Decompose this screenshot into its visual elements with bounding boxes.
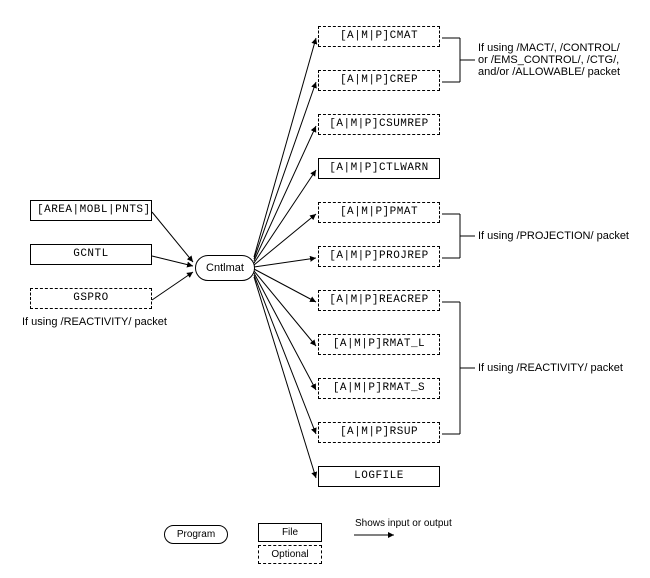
input-area: [AREA|MOBL|PNTS] bbox=[30, 200, 152, 221]
legend-file: File bbox=[258, 523, 322, 542]
output-rmat-l: [A|M|P]RMAT_L bbox=[318, 334, 440, 355]
output-csumrep: [A|M|P]CSUMREP bbox=[318, 114, 440, 135]
legend-optional: Optional bbox=[258, 545, 322, 564]
input-gcntl: GCNTL bbox=[30, 244, 152, 265]
output-cmat: [A|M|P]CMAT bbox=[318, 26, 440, 47]
legend-program: Program bbox=[164, 525, 228, 544]
annotation-projection: If using /PROJECTION/ packet bbox=[478, 230, 629, 242]
program-cntlmat: Cntlmat bbox=[195, 255, 255, 281]
annotation-reactivity: If using /REACTIVITY/ packet bbox=[478, 362, 623, 374]
output-reacrep: [A|M|P]REACREP bbox=[318, 290, 440, 311]
output-pmat: [A|M|P]PMAT bbox=[318, 202, 440, 223]
output-ctlwarn: [A|M|P]CTLWARN bbox=[318, 158, 440, 179]
output-rsup: [A|M|P]RSUP bbox=[318, 422, 440, 443]
input-gspro: GSPRO bbox=[30, 288, 152, 309]
annotation-top-group: If using /MACT/, /CONTROL/ or /EMS_CONTR… bbox=[478, 42, 620, 78]
output-projrep: [A|M|P]PROJREP bbox=[318, 246, 440, 267]
output-rmat-s: [A|M|P]RMAT_S bbox=[318, 378, 440, 399]
gspro-note: If using /REACTIVITY/ packet bbox=[22, 316, 167, 328]
output-crep: [A|M|P]CREP bbox=[318, 70, 440, 91]
legend-arrow-label: Shows input or output bbox=[355, 518, 452, 529]
output-logfile: LOGFILE bbox=[318, 466, 440, 487]
